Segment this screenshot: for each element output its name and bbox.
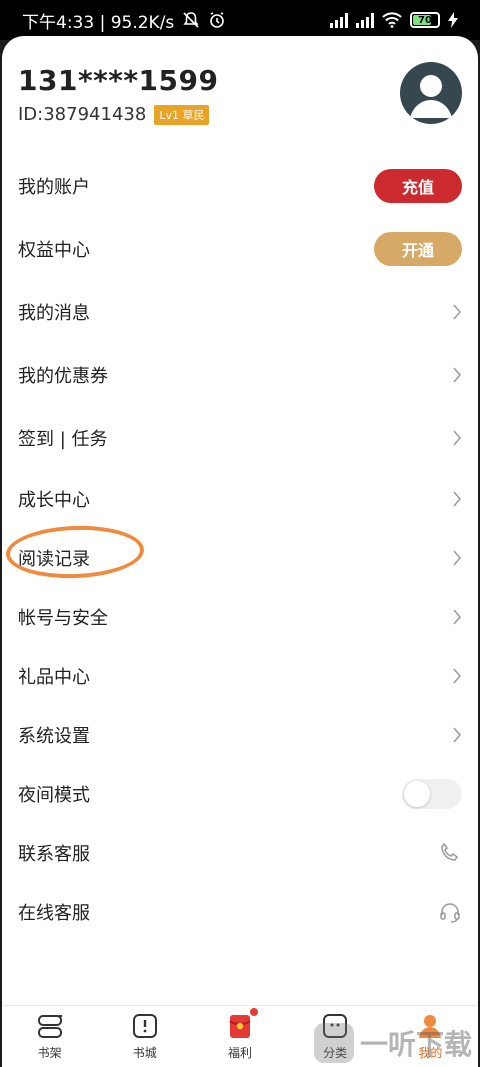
- menu-benefits[interactable]: 权益中心 开通: [2, 217, 478, 280]
- status-bar: 下午4:33 | 95.2K/s 70: [0, 0, 480, 40]
- night-mode-toggle[interactable]: [402, 778, 462, 809]
- menu-settings-label: 系统设置: [18, 725, 90, 747]
- tab-welfare[interactable]: 福利: [192, 1008, 287, 1061]
- bookstore-icon: [132, 1014, 157, 1038]
- tab-bookshelf[interactable]: 书架: [2, 1012, 97, 1061]
- red-envelope-icon-wrap: [226, 1008, 258, 1040]
- mute-icon: [183, 12, 199, 28]
- tab-bookstore[interactable]: 书城: [97, 1012, 192, 1061]
- avatar-person-icon: [410, 75, 452, 118]
- profile-page: 131****1599 ID:387941438 Lv1 草民 我的账户 充值 …: [2, 36, 478, 1067]
- menu-gift-center-label: 礼品中心: [18, 666, 90, 688]
- menu-coupons[interactable]: 我的优惠券: [2, 343, 478, 406]
- menu-growth-center[interactable]: 成长中心: [2, 469, 478, 528]
- red-envelope-icon: [229, 1015, 251, 1038]
- charging-icon: [448, 12, 458, 28]
- profile-header: 131****1599 ID:387941438 Lv1 草民: [2, 36, 478, 154]
- battery-level: 70: [418, 14, 432, 26]
- watermark-text: 一听下载: [359, 1028, 472, 1061]
- tab-bookstore-label: 书城: [132, 1046, 157, 1060]
- avatar[interactable]: [400, 62, 462, 124]
- chevron-right-icon: [453, 367, 461, 382]
- user-phone: 131****1599: [18, 64, 219, 97]
- menu-checkin-tasks[interactable]: 签到 | 任务: [2, 406, 478, 469]
- menu-account-security[interactable]: 帐号与安全: [2, 587, 478, 646]
- menu-contact-service-label: 联系客服: [18, 843, 90, 865]
- menu-growth-label: 成长中心: [18, 489, 90, 511]
- menu-account-security-label: 帐号与安全: [18, 607, 108, 629]
- tab-bookshelf-label: 书架: [37, 1046, 62, 1060]
- chevron-right-icon: [453, 430, 461, 445]
- menu-gift-center[interactable]: 礼品中心: [2, 646, 478, 705]
- menu-coupons-label: 我的优惠券: [18, 365, 108, 387]
- menu-my-account[interactable]: 我的账户 充值: [2, 154, 478, 217]
- menu-list: 我的账户 充值 权益中心 开通 我的消息 我的优惠券 签到 | 任务 成长中心 …: [2, 154, 478, 941]
- battery-icon: 70: [410, 12, 440, 28]
- chevron-right-icon: [453, 304, 461, 319]
- menu-messages[interactable]: 我的消息: [2, 280, 478, 343]
- menu-online-service-label: 在线客服: [18, 902, 90, 924]
- chevron-right-icon: [453, 491, 461, 506]
- toggle-knob: [404, 780, 430, 807]
- menu-reading-history-label: 阅读记录: [18, 548, 90, 570]
- chevron-right-icon: [453, 609, 461, 624]
- user-id: ID:387941438: [18, 104, 147, 125]
- menu-online-service[interactable]: 在线客服: [2, 882, 478, 941]
- menu-checkin-label: 签到 | 任务: [18, 428, 108, 450]
- menu-night-mode-label: 夜间模式: [18, 784, 90, 806]
- status-right: 70: [330, 12, 458, 28]
- wifi-icon: [382, 12, 402, 28]
- menu-my-account-label: 我的账户: [18, 176, 90, 198]
- user-id-line: ID:387941438 Lv1 草民: [18, 104, 210, 125]
- menu-night-mode: 夜间模式: [2, 764, 478, 823]
- status-time-speed: 下午4:33 | 95.2K/s: [22, 12, 175, 33]
- recharge-button[interactable]: 充值: [374, 168, 462, 203]
- menu-reading-history[interactable]: 阅读记录: [2, 528, 478, 587]
- watermark: 一听下载: [313, 1023, 472, 1063]
- menu-benefits-label: 权益中心: [18, 239, 90, 261]
- menu-messages-label: 我的消息: [18, 302, 90, 324]
- alarm-icon: [210, 12, 225, 28]
- phone-icon: [441, 842, 459, 861]
- chevron-right-icon: [453, 668, 461, 683]
- menu-contact-service[interactable]: 联系客服: [2, 823, 478, 882]
- bookshelf-icon: [37, 1015, 62, 1038]
- level-badge: Lv1 草民: [154, 104, 210, 125]
- chevron-right-icon: [453, 727, 461, 742]
- open-membership-button[interactable]: 开通: [374, 231, 462, 266]
- status-left: 下午4:33 | 95.2K/s: [22, 8, 226, 33]
- menu-settings[interactable]: 系统设置: [2, 705, 478, 764]
- watermark-logo-icon: [313, 1023, 354, 1063]
- headset-icon: [440, 902, 460, 923]
- chevron-right-icon: [453, 550, 461, 565]
- signal-icon-2: [356, 12, 374, 28]
- signal-icon: [330, 12, 348, 28]
- notification-dot: [249, 1008, 258, 1016]
- tab-welfare-label: 福利: [227, 1046, 252, 1060]
